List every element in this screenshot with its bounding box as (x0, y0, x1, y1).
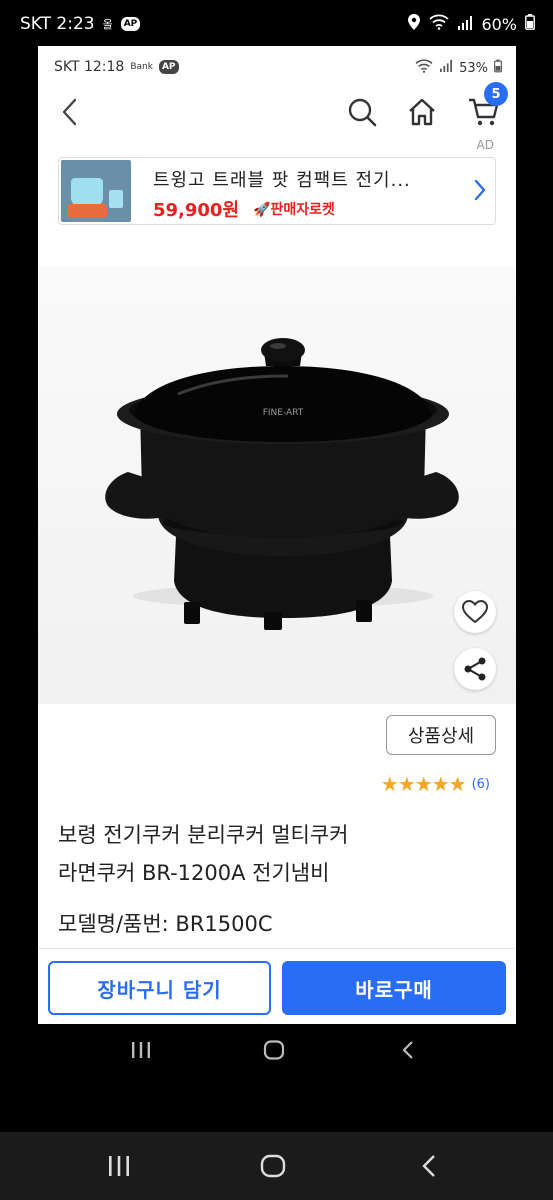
wifi-icon (429, 14, 450, 34)
location-icon (407, 14, 421, 34)
ad-price: 59,900원 (153, 200, 240, 221)
rocket-icon: 🚀 (253, 202, 271, 218)
inner-nav-bar (38, 1024, 516, 1084)
outer-ap-badge: AP (120, 17, 141, 31)
inner-ap-badge: AP (158, 60, 179, 74)
search-icon (348, 98, 377, 127)
inner-signal-icon (439, 60, 453, 76)
product-title: 보령 전기쿠커 분리쿠커 멀티쿠커 라면쿠커 BR-1200A 전기냄비 (58, 816, 498, 892)
ad-thumbnail (61, 160, 131, 222)
ad-rocket-label: 🚀판매자로켓 (253, 202, 335, 218)
inner-back-nav-icon[interactable] (400, 1040, 416, 1064)
back-button[interactable] (52, 94, 88, 130)
recent-apps-icon[interactable] (106, 1154, 132, 1182)
home-icon (409, 98, 435, 126)
inner-home-nav-icon[interactable] (263, 1040, 285, 1064)
product-title-line1: 보령 전기쿠커 분리쿠커 멀티쿠커 (58, 823, 349, 847)
bank-label: Bank (130, 62, 153, 72)
purchase-bar: 장바구니 담기 바로구매 (38, 948, 516, 1024)
ad-title: 트윙고 트래블 팟 컴팩트 전기... (153, 170, 411, 191)
share-icon (464, 657, 486, 681)
inner-battery-icon (494, 59, 502, 77)
ad-label: AD (476, 138, 494, 152)
product-title-line2: 라면쿠커 BR-1200A 전기냄비 (58, 861, 330, 885)
outer-nav-bar (0, 1132, 553, 1200)
outer-indicator: 올 (102, 18, 113, 31)
back-nav-icon[interactable] (420, 1154, 438, 1182)
share-button[interactable] (454, 648, 496, 690)
product-detail-button[interactable]: 상품상세 (386, 715, 496, 755)
back-arrow-icon (62, 98, 77, 126)
search-button[interactable] (344, 94, 380, 130)
inner-status-bar: SKT 12:18 Bank AP 53% (38, 46, 516, 86)
image-brand-text: FINE-ART (263, 408, 304, 418)
app-header (38, 86, 516, 136)
favorite-button[interactable] (454, 591, 496, 633)
model-number: 모델명/품번: BR1500C (58, 912, 273, 936)
outer-carrier-time: SKT 2:23 (20, 14, 95, 34)
inner-recent-apps-icon[interactable] (130, 1040, 152, 1064)
review-count[interactable]: (6) (472, 777, 490, 792)
heart-icon (462, 600, 488, 623)
ad-banner[interactable]: 트윙고 트래블 팟 컴팩트 전기... 59,900원 🚀판매자로켓 (58, 157, 496, 225)
chevron-right-icon (473, 178, 487, 206)
inner-carrier-time: SKT 12:18 (54, 59, 125, 75)
home-button[interactable] (404, 94, 440, 130)
outer-battery-text: 60% (481, 14, 517, 34)
cart-count-badge: 5 (484, 82, 508, 106)
app-screen: SKT 12:18 Bank AP 53% 5 AD 트윙고 트래블 팟 컴팩트… (38, 46, 516, 1024)
inner-wifi-icon (415, 59, 433, 77)
star-rating: ★★★★★ (380, 772, 467, 796)
inner-battery-text: 53% (459, 60, 488, 76)
outer-status-bar: SKT 2:23 올 AP 60% (0, 0, 553, 52)
rating[interactable]: ★★★★★ (6) (381, 772, 490, 796)
add-to-cart-button[interactable]: 장바구니 담기 (48, 961, 271, 1015)
buy-now-button[interactable]: 바로구매 (282, 961, 506, 1015)
home-nav-icon[interactable] (260, 1154, 286, 1182)
battery-icon (525, 14, 535, 34)
signal-icon (457, 15, 473, 34)
product-image[interactable]: FINE-ART (38, 266, 516, 704)
